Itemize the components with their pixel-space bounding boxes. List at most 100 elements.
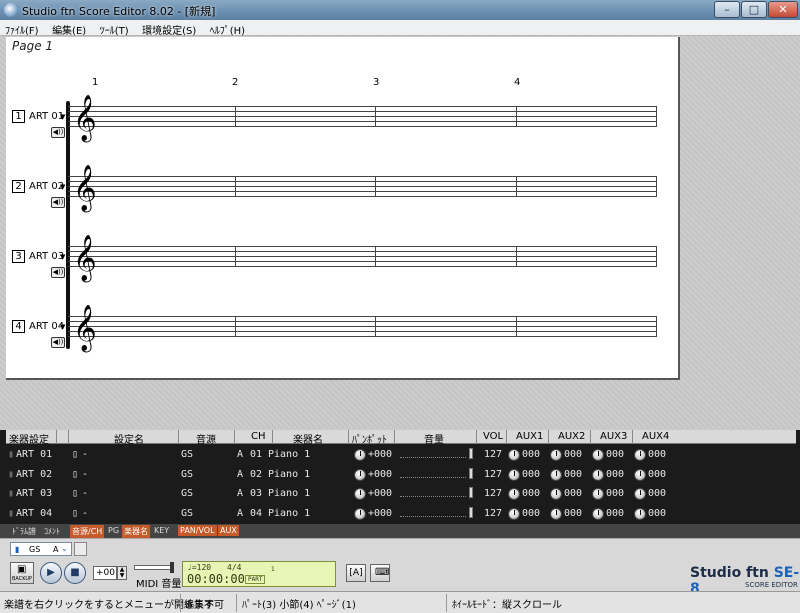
part-name[interactable]: ART 01 bbox=[29, 111, 64, 122]
row-setting-name[interactable]: - bbox=[82, 508, 88, 519]
tab-pg[interactable]: PG bbox=[106, 525, 121, 536]
header-aux1[interactable]: AUX1 bbox=[516, 431, 543, 442]
volume-thumb[interactable] bbox=[469, 448, 473, 459]
midi-volume-thumb[interactable] bbox=[170, 562, 174, 573]
aux-knob-icon[interactable] bbox=[550, 488, 562, 500]
part-dropdown-icon[interactable]: ▼ bbox=[60, 253, 65, 261]
title-bar[interactable]: Studio ftn Score Editor 8.02 - [新規] – □ … bbox=[0, 0, 800, 20]
play-button[interactable]: ▶ bbox=[40, 562, 62, 584]
transpose-stepper[interactable]: ▲ ▼ bbox=[117, 566, 127, 580]
volume-thumb[interactable] bbox=[469, 487, 473, 498]
volume-meter[interactable] bbox=[400, 488, 466, 497]
row-setting[interactable]: ART 04 bbox=[16, 508, 52, 519]
aux-knob-icon[interactable] bbox=[592, 468, 604, 481]
score-page[interactable] bbox=[6, 37, 680, 380]
tab-drum[interactable]: ﾄﾞﾗﾑ譜 bbox=[10, 525, 38, 538]
aux-knob-icon[interactable] bbox=[634, 468, 646, 481]
row-aux[interactable]: 000 bbox=[564, 508, 582, 519]
aux-knob-icon[interactable] bbox=[508, 488, 520, 500]
maximize-button[interactable]: □ bbox=[741, 1, 767, 18]
header-aux3[interactable]: AUX3 bbox=[600, 431, 627, 442]
row-pan[interactable]: +000 bbox=[368, 488, 392, 499]
part-number[interactable]: 1 bbox=[12, 110, 25, 123]
aux-knob-icon[interactable] bbox=[592, 488, 604, 500]
part-number[interactable]: 4 bbox=[12, 320, 25, 333]
header-aux4[interactable]: AUX4 bbox=[642, 431, 669, 442]
row-aux[interactable]: 000 bbox=[522, 508, 540, 519]
aux-knob-icon[interactable] bbox=[508, 507, 520, 520]
header-instrument-setting[interactable]: 楽器設定 bbox=[9, 431, 49, 446]
row-mark[interactable]: ▯ bbox=[72, 469, 78, 480]
row-instrument[interactable]: Piano 1 bbox=[268, 469, 310, 480]
row-aux[interactable]: 000 bbox=[606, 488, 624, 499]
row-port[interactable]: A bbox=[237, 488, 243, 499]
part-number[interactable]: 3 bbox=[12, 250, 25, 263]
header-channel[interactable]: CH bbox=[251, 431, 266, 442]
volume-thumb[interactable] bbox=[469, 467, 473, 479]
speaker-icon[interactable]: ◀)) bbox=[51, 197, 65, 208]
row-source[interactable]: GS bbox=[181, 469, 193, 480]
backup-button[interactable]: ▣ BACKUP bbox=[10, 562, 34, 584]
aux-knob-icon[interactable] bbox=[592, 449, 604, 461]
row-setting[interactable]: ART 02 bbox=[16, 469, 52, 480]
row-instrument[interactable]: Piano 1 bbox=[268, 508, 310, 519]
part-name[interactable]: ART 03 bbox=[29, 251, 64, 262]
header-panpot[interactable]: ﾊﾟﾝﾎﾟｯﾄ bbox=[352, 431, 387, 446]
part-name[interactable]: ART 02 bbox=[29, 181, 64, 192]
source-extra-button[interactable] bbox=[74, 542, 87, 556]
header-aux2[interactable]: AUX2 bbox=[558, 431, 585, 442]
row-vol[interactable]: 127 bbox=[484, 449, 502, 460]
aux-knob-icon[interactable] bbox=[508, 449, 520, 461]
row-mark[interactable]: ▯ bbox=[72, 488, 78, 499]
keyboard-view-button[interactable]: ⌨ bbox=[370, 564, 390, 582]
volume-thumb[interactable] bbox=[469, 506, 473, 518]
aux-knob-icon[interactable] bbox=[634, 488, 646, 500]
tab-source-ch[interactable]: 音源/CH bbox=[70, 525, 105, 538]
close-button[interactable]: ✕ bbox=[768, 1, 798, 18]
part-name[interactable]: ART 04 bbox=[29, 321, 64, 332]
table-row[interactable]: ▮ ART 04 ▯ - GS A 04 Piano 1 +000 127 000 000 000 000 bbox=[6, 505, 796, 524]
row-vol[interactable]: 127 bbox=[484, 488, 502, 499]
minimize-button[interactable]: – bbox=[714, 1, 740, 18]
part-dropdown-icon[interactable]: ▼ bbox=[60, 323, 65, 331]
aux-knob-icon[interactable] bbox=[634, 449, 646, 461]
tab-comment[interactable]: ｺﾒﾝﾄ bbox=[42, 525, 62, 538]
row-port[interactable]: A bbox=[237, 508, 243, 519]
row-aux[interactable]: 000 bbox=[522, 449, 540, 460]
row-aux[interactable]: 000 bbox=[648, 508, 666, 519]
header-source[interactable]: 音源 bbox=[196, 431, 216, 446]
speaker-icon[interactable]: ◀)) bbox=[51, 337, 65, 348]
aux-knob-icon[interactable] bbox=[592, 507, 604, 520]
tab-instrument-name[interactable]: 楽器名 bbox=[122, 525, 150, 538]
table-row[interactable]: ▮ ART 01 ▯ - GS A 01 Piano 1 +000 127 000 000 000 000 bbox=[6, 446, 796, 465]
stop-button[interactable]: ■ bbox=[64, 562, 86, 584]
volume-meter[interactable] bbox=[400, 449, 466, 458]
row-setting-name[interactable]: - bbox=[82, 488, 88, 499]
row-setting[interactable]: ART 03 bbox=[16, 488, 52, 499]
row-aux[interactable]: 000 bbox=[648, 488, 666, 499]
aux-knob-icon[interactable] bbox=[550, 449, 562, 461]
header-instrument-name[interactable]: 楽器名 bbox=[293, 431, 323, 446]
row-source[interactable]: GS bbox=[181, 508, 193, 519]
aux-knob-icon[interactable] bbox=[508, 468, 520, 481]
table-row[interactable]: ▮ ART 02 ▯ - GS A 02 Piano 1 +000 127 000 000 000 000 bbox=[6, 466, 796, 485]
row-mark[interactable]: ▯ bbox=[72, 508, 78, 519]
row-aux[interactable]: 000 bbox=[648, 469, 666, 480]
row-aux[interactable]: 000 bbox=[564, 469, 582, 480]
row-mark[interactable]: ▯ bbox=[72, 449, 78, 460]
row-aux[interactable]: 000 bbox=[522, 488, 540, 499]
header-volume[interactable]: 音量 bbox=[424, 431, 444, 446]
pan-knob-icon[interactable] bbox=[354, 468, 366, 481]
row-instrument[interactable]: Piano 1 bbox=[268, 488, 310, 499]
part-dropdown-icon[interactable]: ▼ bbox=[60, 113, 65, 121]
row-setting-name[interactable]: - bbox=[82, 469, 88, 480]
pan-knob-icon[interactable] bbox=[354, 488, 366, 500]
row-channel[interactable]: 02 bbox=[250, 469, 262, 480]
row-aux[interactable]: 000 bbox=[606, 469, 624, 480]
row-source[interactable]: GS bbox=[181, 449, 193, 460]
row-vol[interactable]: 127 bbox=[484, 469, 502, 480]
row-pan[interactable]: +000 bbox=[368, 469, 392, 480]
row-aux[interactable]: 000 bbox=[522, 469, 540, 480]
row-instrument[interactable]: Piano 1 bbox=[268, 449, 310, 460]
row-aux[interactable]: 000 bbox=[606, 508, 624, 519]
